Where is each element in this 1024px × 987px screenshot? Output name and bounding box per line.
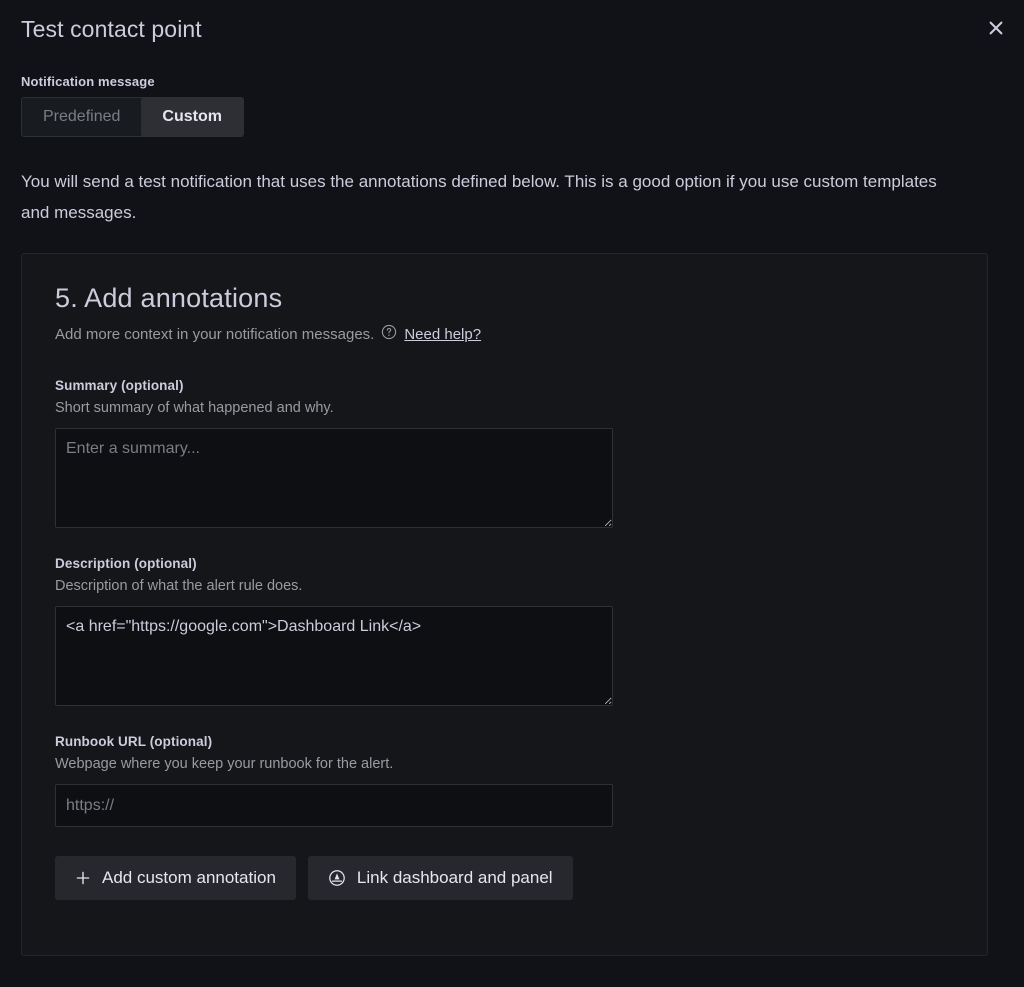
runbook-url-field-group: Runbook URL (optional) Webpage where you… — [55, 733, 987, 827]
description-input[interactable]: <a href="https://google.com">Dashboard L… — [55, 606, 613, 706]
add-custom-annotation-button[interactable]: Add custom annotation — [55, 856, 296, 900]
card-heading: 5. Add annotations — [55, 281, 987, 315]
notification-message-label: Notification message — [21, 73, 1003, 91]
notification-message-radio-group[interactable]: Predefined Custom — [21, 97, 244, 137]
annotation-actions: Add custom annotation Link dashboard and… — [55, 856, 987, 900]
summary-label: Summary (optional) — [55, 377, 987, 395]
drawer-header: Test contact point — [0, 0, 1024, 44]
page-title: Test contact point — [21, 14, 1004, 44]
radio-option-predefined[interactable]: Predefined — [22, 98, 141, 136]
summary-description: Short summary of what happened and why. — [55, 398, 987, 418]
link-dashboard-and-panel-button[interactable]: Link dashboard and panel — [308, 856, 573, 900]
close-icon — [986, 18, 1006, 38]
runbook-url-description: Webpage where you keep your runbook for … — [55, 754, 987, 774]
notification-message-section: Notification message Predefined Custom — [0, 73, 1024, 137]
runbook-url-input[interactable] — [55, 784, 613, 827]
test-contact-point-drawer: Test contact point Notification message … — [0, 0, 1024, 987]
card-subtitle-row: Add more context in your notification me… — [55, 324, 987, 346]
apps-dashboard-icon — [328, 869, 346, 887]
plus-icon — [75, 870, 91, 886]
summary-input[interactable] — [55, 428, 613, 528]
description-description: Description of what the alert rule does. — [55, 576, 987, 596]
intro-description: You will send a test notification that u… — [0, 166, 975, 228]
runbook-url-label: Runbook URL (optional) — [55, 733, 987, 751]
add-annotations-card: 5. Add annotations Add more context in y… — [21, 253, 988, 956]
close-button[interactable] — [980, 12, 1012, 44]
question-circle-icon — [381, 324, 397, 346]
add-custom-annotation-label: Add custom annotation — [102, 856, 276, 900]
description-field-group: Description (optional) Description of wh… — [55, 555, 987, 706]
summary-field-group: Summary (optional) Short summary of what… — [55, 377, 987, 528]
link-dashboard-and-panel-label: Link dashboard and panel — [357, 856, 553, 900]
need-help-link[interactable]: Need help? — [404, 325, 481, 345]
radio-option-custom[interactable]: Custom — [141, 98, 243, 136]
card-subtitle-text: Add more context in your notification me… — [55, 325, 374, 345]
description-label: Description (optional) — [55, 555, 987, 573]
